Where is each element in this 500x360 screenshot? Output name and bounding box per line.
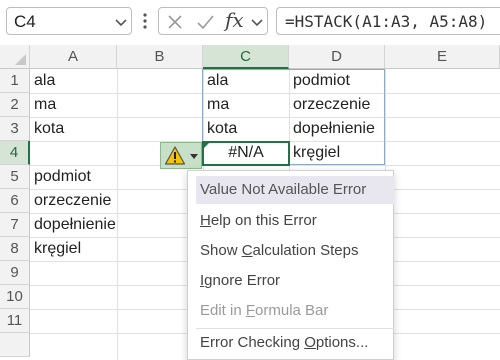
close-icon[interactable] xyxy=(165,12,185,32)
cell-a1[interactable]: ala xyxy=(30,69,117,93)
row-header-10[interactable]: 10 xyxy=(0,285,30,309)
menu-item-edit-accel: F xyxy=(245,302,256,319)
row-header-3[interactable]: 3 xyxy=(0,117,30,141)
menu-item-options-accel: O xyxy=(304,334,316,351)
menu-item-help-text-rest: elp on this Error xyxy=(210,212,317,229)
row-header-7[interactable]: 7 xyxy=(0,213,30,237)
menu-item-help[interactable]: Help on this Error xyxy=(196,207,394,235)
menu-item-error-checking-options[interactable]: Error Checking Options... xyxy=(196,329,394,357)
cell-a6[interactable]: orzeczenie xyxy=(30,189,160,213)
menu-item-calc-text-rest: alculation Steps xyxy=(252,242,359,259)
select-all-corner[interactable] xyxy=(0,45,30,69)
menu-item-edit-text: Edit in xyxy=(200,302,246,319)
row-header-5[interactable]: 5 xyxy=(0,165,30,189)
row-header-11[interactable]: 11 xyxy=(0,309,30,333)
row-header-1[interactable]: 1 xyxy=(0,69,30,93)
column-header-d[interactable]: D xyxy=(289,45,385,69)
menu-item-ignore-text-rest: gnore Error xyxy=(204,272,281,289)
row-header-6[interactable]: 6 xyxy=(0,189,30,213)
menu-item-calc-text: Show xyxy=(200,242,242,259)
cell-a2[interactable]: ma xyxy=(30,93,117,117)
error-context-menu: Value Not Available Error Help on this E… xyxy=(187,170,394,360)
select-all-triangle xyxy=(15,54,26,65)
menu-item-edit-text-rest: ormula Bar xyxy=(255,302,329,319)
menu-item-options-text-rest: ptions... xyxy=(315,334,369,351)
cell-d4[interactable]: kręgiel xyxy=(289,141,385,165)
error-indicator-triangle xyxy=(203,142,210,149)
row-header-8[interactable]: 8 xyxy=(0,237,30,261)
formula-buttons: fx xyxy=(158,7,268,35)
menu-item-calculation-steps[interactable]: Show Calculation Steps xyxy=(196,237,394,265)
chevron-down-icon[interactable] xyxy=(249,14,265,30)
menu-item-title: Value Not Available Error xyxy=(196,176,394,204)
column-header-e[interactable]: E xyxy=(385,45,500,69)
menu-item-options-text: Error Checking xyxy=(200,334,305,351)
menu-item-help-accel: H xyxy=(200,212,211,229)
cell-d2[interactable]: orzeczenie xyxy=(289,93,385,117)
name-box-value: C4 xyxy=(14,12,36,31)
row-header-9[interactable]: 9 xyxy=(0,261,30,285)
menu-item-edit-formula-bar: Edit in Formula Bar xyxy=(196,297,394,325)
cell-d3[interactable]: dopełnienie xyxy=(289,117,385,141)
menu-item-calc-accel: C xyxy=(241,242,253,259)
cell-c2[interactable]: ma xyxy=(203,93,289,117)
menu-item-ignore-error[interactable]: Ignore Error xyxy=(196,267,394,295)
formula-bar-area: C4 fx =HSTACK(A1:A3, A5:A8) xyxy=(0,0,500,42)
column-header-c[interactable]: C xyxy=(203,45,289,69)
cell-a7[interactable]: dopełnienie xyxy=(30,213,160,237)
formula-text: =HSTACK(A1:A3, A5:A8) xyxy=(285,12,488,31)
more-options-icon[interactable] xyxy=(141,10,149,32)
error-options-button[interactable] xyxy=(160,142,202,169)
cell-a3[interactable]: kota xyxy=(30,117,117,141)
column-header-b[interactable]: B xyxy=(117,45,203,69)
warning-icon xyxy=(164,146,186,165)
column-header-a[interactable]: A xyxy=(30,45,117,69)
name-box[interactable]: C4 xyxy=(6,7,132,35)
row-header-2[interactable]: 2 xyxy=(0,93,30,117)
cell-c1[interactable]: ala xyxy=(203,69,289,93)
check-icon[interactable] xyxy=(195,12,215,32)
row-header-4[interactable]: 4 xyxy=(0,141,30,165)
cell-a5[interactable]: podmiot xyxy=(30,165,160,189)
formula-input[interactable]: =HSTACK(A1:A3, A5:A8) xyxy=(276,7,500,35)
active-cell-border xyxy=(202,141,290,166)
insert-function-button[interactable]: fx xyxy=(225,8,244,32)
chevron-down-icon[interactable] xyxy=(113,14,129,30)
dropdown-arrow-icon xyxy=(190,154,198,159)
cell-d1[interactable]: podmiot xyxy=(289,69,385,93)
cell-c3[interactable]: kota xyxy=(203,117,289,141)
row-header-12[interactable] xyxy=(0,333,30,357)
cell-a8[interactable]: kręgiel xyxy=(30,237,160,261)
